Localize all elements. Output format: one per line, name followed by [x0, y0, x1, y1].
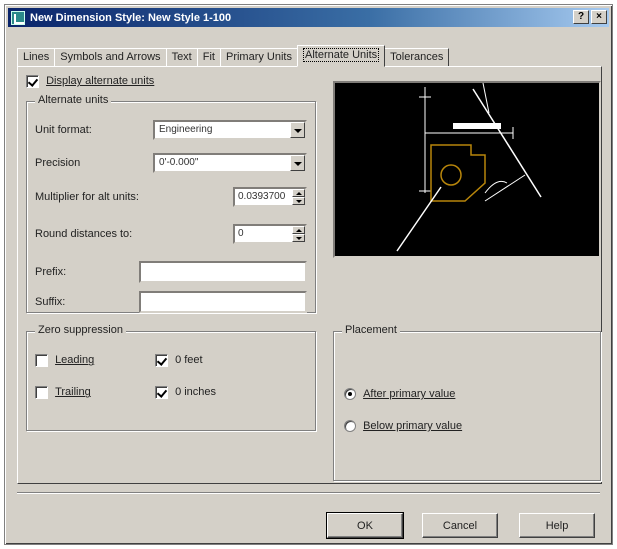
- precision-label: Precision: [35, 157, 81, 169]
- unit-format-value: Engineering: [159, 124, 213, 135]
- title-bar[interactable]: New Dimension Style: New Style 1-100 ? ×: [8, 8, 609, 27]
- preview-leader-line: [396, 186, 442, 252]
- chevron-down-icon[interactable]: [290, 122, 305, 138]
- precision-select[interactable]: 0'-0.000": [153, 153, 307, 173]
- ok-button[interactable]: OK: [326, 512, 404, 539]
- multiplier-label: Multiplier for alt units:: [35, 191, 139, 203]
- spin-up-icon[interactable]: [292, 189, 305, 197]
- trailing-row[interactable]: Trailing: [35, 386, 91, 399]
- feet-label: 0 feet: [175, 354, 203, 367]
- preview-hole: [440, 164, 462, 186]
- leading-label: Leading: [55, 354, 95, 367]
- feet-row[interactable]: 0 feet: [155, 354, 203, 367]
- spin-up-icon[interactable]: [292, 226, 305, 234]
- inches-label: 0 inches: [175, 386, 217, 399]
- unit-format-select[interactable]: Engineering: [153, 120, 307, 140]
- tab-primary-units[interactable]: Primary Units: [219, 48, 298, 67]
- tab-panel: Display alternate units Alternate units …: [17, 66, 602, 484]
- round-distances-spinner[interactable]: 0: [233, 224, 307, 244]
- multiplier-value: 0.0393700: [238, 191, 286, 202]
- preview-angle-arc: [484, 180, 508, 194]
- placement-group-title: Placement: [342, 324, 400, 336]
- cancel-button[interactable]: Cancel: [422, 513, 498, 538]
- zero-suppression-group-title: Zero suppression: [35, 324, 126, 336]
- help-title-button[interactable]: ?: [573, 10, 589, 24]
- trailing-checkbox[interactable]: [35, 386, 48, 399]
- display-alternate-units-checkbox[interactable]: [26, 75, 39, 88]
- placement-group: Placement After primary value Below prim…: [333, 324, 601, 481]
- preview-angle-line: [484, 174, 526, 202]
- preview-diagonal-line: [472, 88, 542, 198]
- below-primary-label: Below primary value: [363, 420, 463, 432]
- multiplier-spinner[interactable]: 0.0393700: [233, 187, 307, 207]
- leading-checkbox[interactable]: [35, 354, 48, 367]
- tab-symbols-and-arrows[interactable]: Symbols and Arrows: [54, 48, 167, 67]
- alternate-units-group-title: Alternate units: [35, 94, 112, 106]
- spin-down-icon[interactable]: [292, 197, 305, 205]
- suffix-label: Suffix:: [35, 296, 66, 308]
- prefix-input[interactable]: [139, 261, 307, 283]
- below-primary-radio[interactable]: [344, 420, 356, 433]
- round-distances-value: 0: [238, 228, 244, 239]
- tab-tolerances[interactable]: Tolerances: [384, 48, 450, 67]
- zero-suppression-group: Zero suppression Leading Trailing 0 feet…: [26, 324, 316, 431]
- after-primary-row[interactable]: After primary value: [344, 388, 456, 401]
- dimension-style-icon: [11, 10, 25, 25]
- prefix-label: Prefix:: [35, 266, 67, 278]
- preview-object: [430, 144, 486, 202]
- preview-dimension-text: [453, 123, 501, 129]
- display-alternate-units-row[interactable]: Display alternate units: [26, 75, 154, 88]
- bottom-separator: [17, 492, 600, 494]
- tab-alternate-units[interactable]: Alternate Units: [297, 45, 386, 67]
- inches-checkbox[interactable]: [155, 386, 168, 399]
- spin-down-icon[interactable]: [292, 234, 305, 242]
- trailing-label: Trailing: [55, 386, 91, 399]
- close-button[interactable]: ×: [591, 10, 607, 24]
- unit-format-label: Unit format:: [35, 124, 92, 136]
- dimension-preview: [333, 81, 601, 258]
- chevron-down-icon[interactable]: [290, 155, 305, 171]
- leading-row[interactable]: Leading: [35, 354, 94, 367]
- help-button[interactable]: Help: [519, 513, 595, 538]
- tab-strip: Lines Symbols and Arrows Text Fit Primar…: [17, 45, 450, 67]
- tab-text[interactable]: Text: [165, 48, 198, 67]
- after-primary-label: After primary value: [363, 388, 456, 400]
- suffix-input[interactable]: [139, 291, 307, 313]
- below-primary-row[interactable]: Below primary value: [344, 420, 463, 433]
- inches-row[interactable]: 0 inches: [155, 386, 216, 399]
- preview-drawing: [396, 82, 542, 252]
- round-distances-label: Round distances to:: [35, 228, 133, 240]
- after-primary-radio[interactable]: [344, 388, 356, 401]
- tab-lines[interactable]: Lines: [17, 48, 56, 67]
- dialog-window: New Dimension Style: New Style 1-100 ? ×…: [4, 4, 613, 545]
- feet-checkbox[interactable]: [155, 354, 168, 367]
- window-title: New Dimension Style: New Style 1-100: [30, 11, 232, 24]
- precision-value: 0'-0.000": [159, 157, 199, 168]
- alternate-units-group: Alternate units Unit format: Engineering…: [26, 94, 316, 313]
- tab-fit[interactable]: Fit: [196, 48, 221, 67]
- display-alternate-units-label: Display alternate units: [46, 75, 155, 88]
